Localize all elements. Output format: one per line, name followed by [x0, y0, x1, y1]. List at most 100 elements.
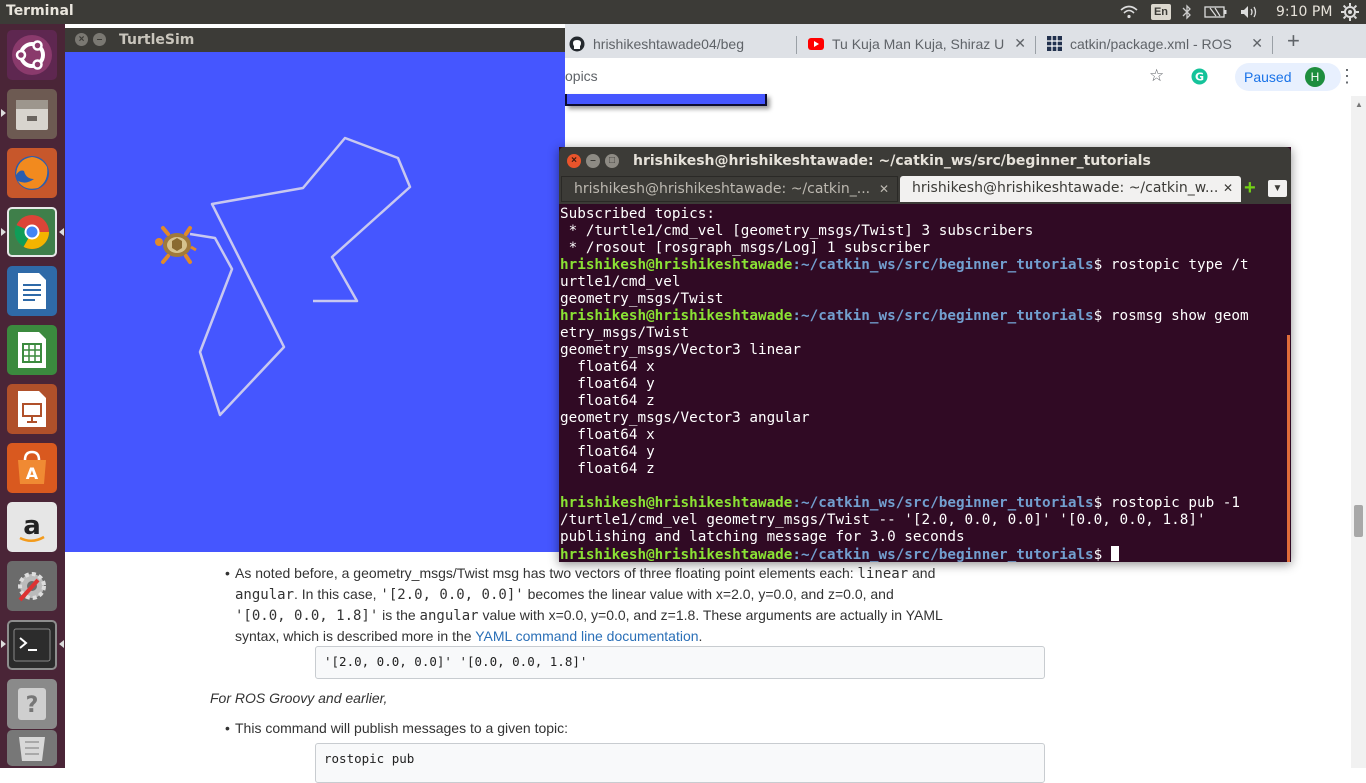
terminal-line: publishing and latching message for 3.0 … — [560, 529, 965, 545]
browser-tab-youtube[interactable]: Tu Kuja Man Kuja, Shiraz U ✕ — [808, 29, 1030, 58]
battery-icon[interactable] — [1203, 3, 1229, 21]
terminal-tab-strip: hrishikesh@hrishikeshtawade: ~/catkin_..… — [559, 175, 1291, 204]
terminal-scrollbar[interactable] — [1287, 335, 1290, 562]
terminal-line: float64 z — [560, 393, 655, 409]
terminal-line: float64 y — [560, 376, 655, 392]
keyboard-layout-indicator[interactable]: En — [1150, 3, 1172, 21]
code-block: rostopic pub — [315, 743, 1045, 783]
bookmark-star-icon[interactable]: ☆ — [1149, 66, 1164, 86]
terminal-line: geometry_msgs/Twist — [560, 291, 724, 307]
terminal-window: × – □ hrishikesh@hrishikeshtawade: ~/cat… — [559, 147, 1291, 562]
volume-icon[interactable] — [1239, 3, 1261, 21]
browser-tab-github[interactable]: hrishikeshtawade04/beg — [569, 29, 793, 58]
grammarly-icon[interactable]: G — [1191, 68, 1208, 90]
list-item: • This command will publish messages to … — [225, 720, 569, 736]
terminal-icon[interactable] — [7, 620, 57, 670]
bluetooth-icon[interactable] — [1180, 3, 1194, 21]
browser-tab-strip: hrishikeshtawade04/beg Tu Kuja Man Kuja,… — [565, 24, 1366, 58]
scrollbar-thumb[interactable] — [1354, 505, 1363, 537]
terminal-cursor — [1110, 546, 1119, 561]
chrome-icon[interactable] — [7, 207, 57, 257]
files-icon[interactable] — [7, 89, 57, 139]
turtlesim-window: × – TurtleSim — [65, 28, 565, 552]
minimize-icon[interactable]: – — [586, 154, 600, 168]
terminal-tab-2[interactable]: hrishikesh@hrishikeshtawade: ~/catkin_w.… — [900, 176, 1241, 202]
ros-groovy-note: For ROS Groovy and earlier, — [210, 690, 388, 706]
terminal-command-line: hrishikesh@hrishikeshtawade:~/catkin_ws/… — [560, 495, 1241, 511]
page-image-fragment — [565, 94, 767, 106]
terminal-line: * /rosout [rosgraph_msgs/Log] 1 subscrib… — [560, 240, 931, 256]
maximize-icon[interactable]: □ — [605, 154, 619, 168]
browser-tab-ros-wiki[interactable]: catkin/package.xml - ROS ✕ — [1047, 29, 1267, 58]
launcher: A a ? — [0, 24, 65, 768]
terminal-line: * /turtle1/cmd_vel [geometry_msgs/Twist]… — [560, 223, 1034, 239]
terminal-prompt-line: hrishikesh@hrishikeshtawade:~/catkin_ws/… — [560, 546, 1286, 562]
github-icon — [569, 36, 585, 52]
terminal-line: float64 x — [560, 427, 655, 443]
browser-menu-icon[interactable]: ⋮ — [1338, 66, 1356, 87]
terminal-titlebar[interactable]: × – □ hrishikesh@hrishikeshtawade: ~/cat… — [559, 147, 1291, 175]
address-bar-text[interactable]: opics — [565, 68, 598, 84]
help-icon[interactable]: ? — [7, 679, 57, 729]
amazon-icon[interactable]: a — [7, 502, 57, 552]
minimize-icon[interactable]: – — [93, 33, 106, 46]
libreoffice-writer-icon[interactable] — [7, 266, 57, 316]
tab-separator — [796, 36, 797, 54]
turtlesim-titlebar[interactable]: × – TurtleSim — [65, 28, 565, 52]
terminal-line: /turtle1/cmd_vel geometry_msgs/Twist -- … — [560, 512, 1206, 528]
terminal-command-line: hrishikesh@hrishikeshtawade:~/catkin_ws/… — [560, 257, 1249, 273]
turtle-sprite — [155, 226, 197, 264]
libreoffice-impress-icon[interactable] — [7, 384, 57, 434]
close-icon[interactable]: × — [75, 33, 88, 46]
close-tab-icon[interactable]: ✕ — [1251, 35, 1263, 52]
sync-paused-button[interactable]: Paused H — [1235, 63, 1341, 91]
terminal-line: geometry_msgs/Vector3 angular — [560, 410, 810, 426]
focus-indicator — [59, 640, 64, 648]
svg-text:?: ? — [26, 693, 39, 718]
running-indicator — [1, 640, 6, 648]
wifi-icon[interactable] — [1118, 3, 1140, 21]
close-tab-icon[interactable]: ✕ — [879, 177, 889, 201]
firefox-icon[interactable] — [7, 148, 57, 198]
window-title: TurtleSim — [119, 32, 195, 48]
close-tab-icon[interactable]: ✕ — [1223, 176, 1233, 200]
svg-text:A: A — [26, 464, 39, 483]
chevron-down-icon[interactable]: ▼ — [1268, 180, 1287, 197]
terminal-tab-1[interactable]: hrishikesh@hrishikeshtawade: ~/catkin_..… — [561, 176, 898, 202]
close-icon[interactable]: × — [567, 154, 581, 168]
trash-icon[interactable] — [7, 730, 57, 766]
svg-text:a: a — [23, 511, 41, 541]
avatar: H — [1305, 67, 1325, 87]
system-settings-icon[interactable] — [7, 561, 57, 611]
scroll-up-icon[interactable]: ▲ — [1355, 100, 1363, 109]
terminal-line: float64 y — [560, 444, 655, 460]
page-scrollbar[interactable]: ▲ — [1351, 96, 1366, 768]
clock[interactable]: 9:10 PM — [1276, 4, 1332, 20]
libreoffice-calc-icon[interactable] — [7, 325, 57, 375]
tab-separator — [1035, 36, 1036, 54]
terminal-line: geometry_msgs/Vector3 linear — [560, 342, 802, 358]
running-indicator — [1, 228, 6, 236]
youtube-icon — [808, 37, 824, 50]
focus-indicator — [59, 228, 64, 236]
window-title: hrishikesh@hrishikeshtawade: ~/catkin_ws… — [633, 153, 1151, 169]
top-panel: Terminal En 9:10 PM — [0, 0, 1366, 24]
gear-icon[interactable] — [1338, 3, 1362, 21]
ros-wiki-icon — [1047, 36, 1062, 51]
tab-separator — [1272, 36, 1273, 54]
new-tab-button[interactable]: + — [1287, 28, 1300, 54]
running-indicator — [1, 109, 6, 117]
ubuntu-software-icon[interactable]: A — [7, 443, 57, 493]
terminal-output[interactable]: Subscribed topics: * /turtle1/cmd_vel [g… — [560, 206, 1286, 562]
turtle-canvas — [155, 136, 412, 417]
active-app-name: Terminal — [6, 3, 74, 19]
terminal-line: etry_msgs/Twist — [560, 325, 690, 341]
new-tab-plus-icon[interactable]: + — [1244, 178, 1256, 198]
ubuntu-dash-icon[interactable] — [7, 30, 57, 80]
svg-text:G: G — [1195, 71, 1204, 84]
yaml-doc-link[interactable]: YAML command line documentation — [475, 628, 698, 644]
terminal-line: Subscribed topics: — [560, 206, 715, 222]
close-tab-icon[interactable]: ✕ — [1014, 35, 1026, 52]
terminal-line: urtle1/cmd_vel — [560, 274, 681, 290]
